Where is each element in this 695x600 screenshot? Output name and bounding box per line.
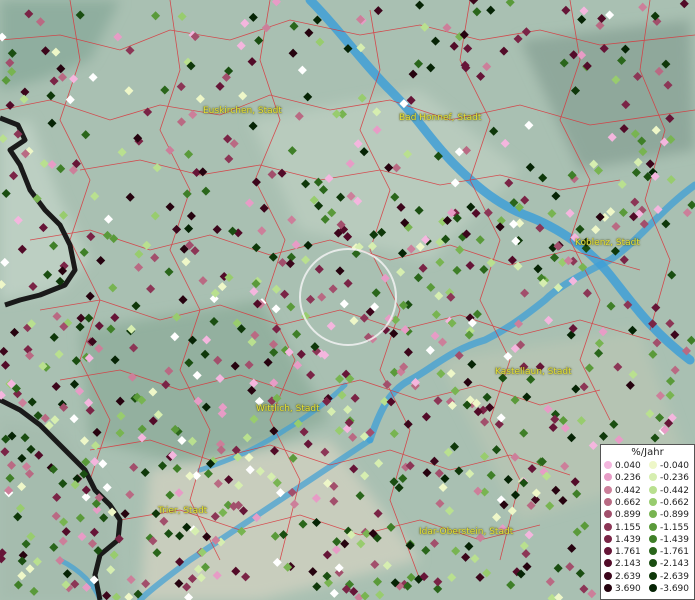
legend-row-positive-5: 1.155 <box>604 522 641 534</box>
legend-title: %/Jahr <box>631 447 664 458</box>
legend-row-positive-3: 0.662 <box>604 497 641 509</box>
legend-value: 2.639 <box>615 571 641 582</box>
legend-value: 0.236 <box>615 473 641 484</box>
terrain-layer <box>0 0 695 600</box>
legend-value: 1.155 <box>615 522 641 533</box>
legend-row-negative-4: -0.899 <box>649 510 689 521</box>
legend-value: 3.690 <box>615 584 641 594</box>
legend-row-positive-8: 2.143 <box>604 559 641 570</box>
legend-swatch <box>604 473 612 482</box>
place-label-koblenz: Koblenz, Stadt <box>575 238 640 248</box>
legend-row-positive-0: 0.040 <box>604 461 641 472</box>
place-label-trier: Trier, Stadt <box>158 506 208 516</box>
legend-row-negative-0: -0.040 <box>649 461 689 472</box>
legend-value: 1.761 <box>615 547 641 558</box>
legend-swatch <box>649 534 657 543</box>
legend-row-negative-1: -0.236 <box>649 473 689 484</box>
legend-swatch <box>604 497 612 506</box>
legend-row-negative-3: -0.662 <box>649 497 690 509</box>
legend-value: -1.761 <box>660 547 690 558</box>
legend-value: 0.662 <box>615 497 641 508</box>
legend-value: -0.899 <box>660 510 690 521</box>
place-label-kastellaun: Kastellaun, Stadt <box>495 367 572 377</box>
legend-value: -2.143 <box>660 559 690 570</box>
legend-row-negative-8: -2.143 <box>649 559 689 570</box>
legend-row-positive-2: 0.442 <box>604 485 641 497</box>
legend-swatch <box>604 510 612 519</box>
legend-row-negative-9: -2.639 <box>649 571 690 583</box>
legend-row-negative-2: -0.442 <box>649 485 690 497</box>
legend-value: -2.639 <box>660 571 690 582</box>
legend-row-negative-6: -1.439 <box>649 534 690 546</box>
place-label-idar-oberstein: Idar-Oberstein, Stadt <box>419 527 514 537</box>
legend-value: -0.662 <box>660 497 690 508</box>
legend-swatch <box>649 510 657 519</box>
place-label-euskirchen: Euskirchen, Stadt <box>203 106 282 116</box>
legend-swatch <box>649 571 657 580</box>
legend-value: 0.040 <box>615 461 641 471</box>
legend-value: 1.439 <box>615 534 641 545</box>
legend-value: -1.439 <box>660 534 690 545</box>
legend-row-negative-10: -3.690 <box>649 584 689 595</box>
legend-value: 2.143 <box>615 559 641 570</box>
legend-swatch <box>649 461 657 469</box>
legend-row-positive-10: 3.690 <box>604 584 641 595</box>
legend-swatch <box>604 547 612 556</box>
legend-value: -0.236 <box>660 473 690 484</box>
legend-row-positive-7: 1.761 <box>604 547 641 558</box>
legend-row-negative-5: -1.155 <box>649 522 690 534</box>
legend-swatch <box>649 584 657 592</box>
legend-swatch <box>604 559 612 568</box>
legend-swatch <box>649 559 657 568</box>
legend-swatch <box>649 522 657 531</box>
legend-swatch <box>649 547 657 556</box>
legend-swatch <box>604 522 612 531</box>
legend-row-positive-6: 1.439 <box>604 534 641 546</box>
legend-swatch <box>649 473 657 482</box>
legend-swatch <box>604 534 612 543</box>
legend-swatch <box>604 461 612 469</box>
legend-row-negative-7: -1.761 <box>649 547 689 558</box>
legend-swatch <box>604 584 612 592</box>
legend-value: 0.899 <box>615 510 641 521</box>
legend-value: 0.442 <box>615 485 641 496</box>
legend-value: -3.690 <box>660 584 690 594</box>
legend-row-positive-1: 0.236 <box>604 473 641 484</box>
legend-swatch <box>604 571 612 580</box>
legend-row-positive-9: 2.639 <box>604 571 641 583</box>
legend: %/Jahr 0.040 0.236 0.442 0.662 0.899 1.155 1.4… <box>600 444 695 600</box>
legend-row-positive-4: 0.899 <box>604 510 641 521</box>
place-label-bad-honnef: Bad Honnef, Stadt <box>399 113 482 123</box>
legend-swatch <box>604 485 612 494</box>
map-canvas[interactable] <box>0 0 695 600</box>
legend-value: -0.442 <box>660 485 690 496</box>
legend-swatch <box>649 485 657 494</box>
legend-swatch <box>649 497 657 506</box>
place-label-wittlich: Wittlich, Stadt <box>256 404 320 414</box>
legend-value: -0.040 <box>660 461 690 471</box>
legend-value: -1.155 <box>660 522 690 533</box>
